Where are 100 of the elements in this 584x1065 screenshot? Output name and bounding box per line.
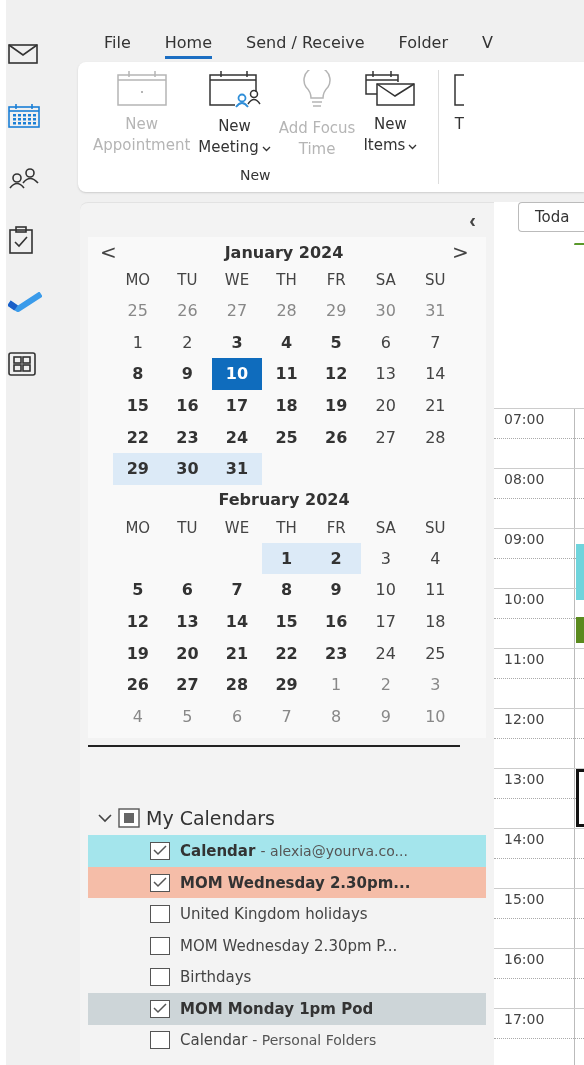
day-cell[interactable]: 28 xyxy=(212,668,262,701)
day-cell[interactable]: 19 xyxy=(113,637,163,669)
day-cell[interactable]: 10 xyxy=(360,574,411,606)
day-cell[interactable]: 15 xyxy=(261,605,312,638)
day-cell[interactable]: 18 xyxy=(261,389,312,422)
day-cell[interactable]: 24 xyxy=(212,421,262,453)
calendar-name[interactable]: MOM Wednesday 2.30pm... xyxy=(180,873,411,892)
day-cell[interactable]: 14 xyxy=(410,358,461,390)
day-cell[interactable]: 6 xyxy=(162,574,213,606)
day-cell[interactable]: 12 xyxy=(311,358,361,390)
day-cell[interactable]: 12 xyxy=(113,605,163,638)
ribbon-tab[interactable]: Home xyxy=(164,33,213,59)
day-cell[interactable]: 23 xyxy=(162,421,213,453)
collapse-button[interactable]: ‹ xyxy=(469,208,476,232)
checkbox[interactable] xyxy=(150,999,170,1018)
ribbon-button[interactable]: T xyxy=(451,70,468,135)
ribbon-tab[interactable]: Send / Receive xyxy=(246,33,365,59)
calendar-row[interactable]: MOM Wednesday 2.30pm... xyxy=(88,866,486,899)
day-cell[interactable]: 24 xyxy=(360,637,411,669)
day-cell[interactable]: 29 xyxy=(113,452,163,485)
day-cell[interactable]: 26 xyxy=(113,668,163,701)
apps-icon[interactable] xyxy=(8,352,36,376)
ribbon-tab[interactable]: File xyxy=(104,33,131,59)
day-cell[interactable]: 15 xyxy=(113,389,163,422)
ribbon-button[interactable]: New Meeting xyxy=(195,70,274,160)
calendar-name[interactable]: MOM Monday 1pm Pod xyxy=(180,999,374,1018)
calendar-row[interactable]: MOM Monday 1pm Pod xyxy=(88,993,486,1025)
chevron-icon[interactable] xyxy=(98,813,112,823)
day-cell[interactable]: 10 xyxy=(212,358,262,390)
day-cell[interactable]: 20 xyxy=(360,389,411,422)
day-cell[interactable]: 20 xyxy=(162,637,213,669)
day-cell[interactable]: 1 xyxy=(113,326,163,359)
checkbox-partial-icon[interactable] xyxy=(118,808,140,829)
calendar-name[interactable]: Calendar - alexia@yourva.co... xyxy=(180,841,408,860)
day-cell[interactable]: 27 xyxy=(360,421,411,453)
clipboard-icon[interactable] xyxy=(8,226,34,254)
day-cell[interactable]: 23 xyxy=(311,637,361,669)
day-cell[interactable]: 5 xyxy=(113,574,163,606)
calendar-row[interactable]: Calendar - alexia@yourva.co... xyxy=(88,835,486,867)
mail-icon[interactable] xyxy=(8,44,38,64)
checkbox[interactable] xyxy=(150,873,170,892)
day-cell[interactable]: 2 xyxy=(311,542,361,575)
day-cell[interactable]: 31 xyxy=(212,452,262,485)
calendar-name[interactable]: Calendar - Personal Folders xyxy=(180,1031,377,1050)
today-button[interactable]: Toda xyxy=(518,202,584,232)
next-month-button[interactable]: > xyxy=(452,240,468,264)
day-cell[interactable]: 27 xyxy=(162,668,213,701)
day-cell[interactable]: 19 xyxy=(311,389,361,422)
previous-month-button[interactable]: < xyxy=(100,240,116,264)
day-cell[interactable]: 21 xyxy=(410,389,461,422)
checkmark-icon[interactable] xyxy=(8,292,42,312)
people-icon[interactable] xyxy=(8,167,40,189)
day-cell[interactable]: 17 xyxy=(212,389,262,422)
calendar-name[interactable]: MOM Wednesday 2.30pm P... xyxy=(180,936,398,955)
checkbox[interactable] xyxy=(150,1031,170,1050)
day-cell[interactable]: 7 xyxy=(212,574,262,606)
day-cell[interactable]: 5 xyxy=(311,326,361,359)
day-cell[interactable]: 11 xyxy=(261,358,312,390)
day-cell[interactable]: 9 xyxy=(311,574,361,606)
day-cell[interactable]: 29 xyxy=(261,668,312,701)
day-cell[interactable]: 28 xyxy=(410,421,461,453)
day-cell[interactable]: 3 xyxy=(360,542,411,575)
day-cell[interactable]: 6 xyxy=(360,326,411,359)
day-cell[interactable]: 17 xyxy=(360,605,411,638)
ribbon-tab[interactable]: Folder xyxy=(398,33,448,59)
day-cell[interactable]: 8 xyxy=(113,358,163,390)
checkbox[interactable] xyxy=(150,936,170,955)
calendar-icon[interactable] xyxy=(8,104,40,128)
day-cell[interactable]: 9 xyxy=(162,358,213,390)
day-cell[interactable]: 22 xyxy=(113,421,163,453)
day-cell[interactable]: 11 xyxy=(410,574,461,606)
ribbon-button[interactable]: New Items xyxy=(360,70,421,160)
calendar-name[interactable]: United Kingdom holidays xyxy=(180,905,368,924)
caret-icon[interactable] xyxy=(261,145,271,152)
checkbox[interactable] xyxy=(150,905,170,924)
checkbox[interactable] xyxy=(150,968,170,987)
day-cell[interactable]: 13 xyxy=(162,605,213,638)
day-cell[interactable]: 25 xyxy=(410,637,461,669)
ribbon-tab[interactable]: V xyxy=(482,33,493,59)
day-cell[interactable]: 14 xyxy=(212,605,262,638)
caret-icon[interactable] xyxy=(408,143,418,150)
calendar-group-label[interactable]: My Calendars xyxy=(146,807,275,830)
day-cell[interactable]: 13 xyxy=(360,358,411,390)
day-cell[interactable]: 21 xyxy=(212,637,262,669)
day-cell[interactable]: 8 xyxy=(261,574,312,606)
day-cell[interactable]: 22 xyxy=(261,637,312,669)
day-cell[interactable]: 4 xyxy=(261,326,312,359)
day-cell[interactable]: 16 xyxy=(162,389,213,422)
calendar-name[interactable]: Birthdays xyxy=(180,968,252,987)
day-cell[interactable]: 7 xyxy=(410,326,461,359)
day-cell[interactable]: 16 xyxy=(311,605,361,638)
day-cell[interactable]: 1 xyxy=(261,542,312,575)
day-cell[interactable]: 25 xyxy=(261,421,312,453)
day-cell[interactable]: 30 xyxy=(162,452,213,485)
day-cell[interactable]: 2 xyxy=(162,326,213,359)
checkbox[interactable] xyxy=(150,841,170,860)
day-cell[interactable]: 3 xyxy=(212,326,262,359)
day-cell[interactable]: 18 xyxy=(410,605,461,638)
day-cell[interactable]: 26 xyxy=(311,421,361,453)
day-cell[interactable]: 4 xyxy=(410,542,461,575)
